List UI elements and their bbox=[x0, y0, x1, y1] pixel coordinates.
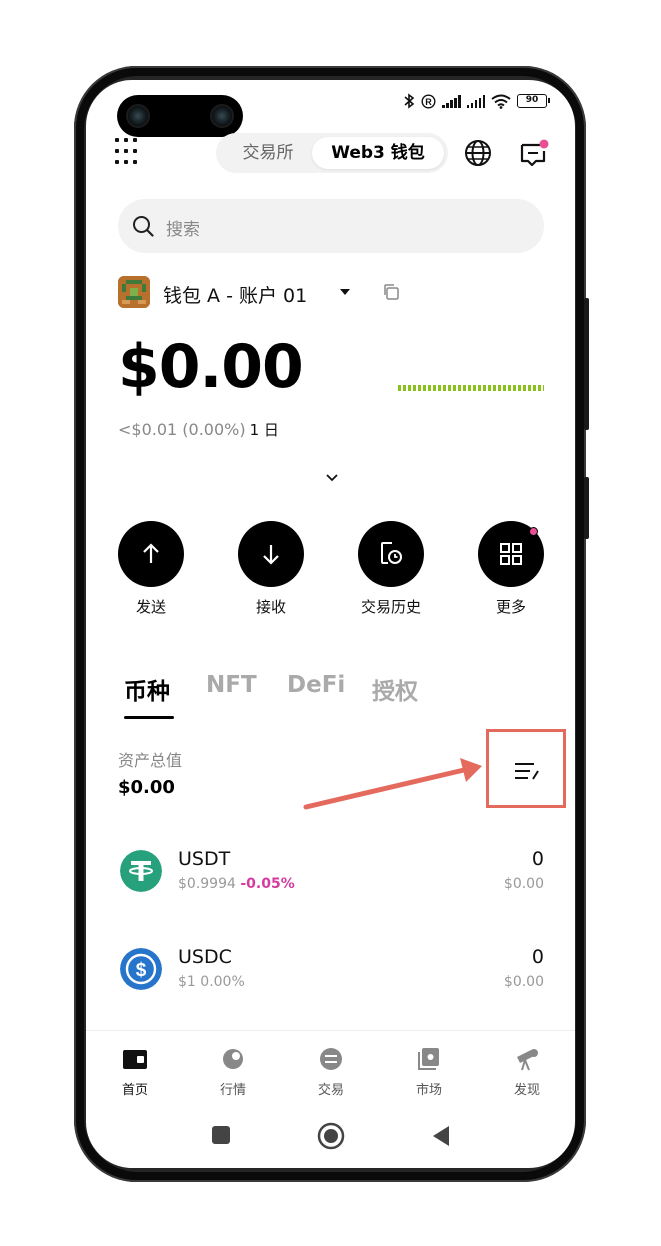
nav-marketplace-label: 市场 bbox=[415, 1083, 442, 1098]
tab-approvals[interactable]: 授权 bbox=[372, 672, 418, 706]
svg-text:$: $ bbox=[136, 960, 147, 981]
usdc-icon: $ bbox=[120, 948, 162, 990]
token-usd-value: $0.00 bbox=[503, 876, 544, 892]
search-placeholder: 搜索 bbox=[166, 220, 200, 240]
bluetooth-icon bbox=[404, 93, 415, 109]
camera-lens-icon bbox=[126, 104, 150, 128]
camera-lens-icon bbox=[210, 104, 234, 128]
history-label: 交易历史 bbox=[360, 598, 421, 616]
messages-icon[interactable] bbox=[518, 137, 550, 169]
nav-trade-label: 交易 bbox=[317, 1083, 344, 1098]
send-button[interactable]: 发送 bbox=[118, 521, 184, 617]
total-balance: $0.00 bbox=[118, 332, 304, 402]
tab-web3-wallet[interactable]: Web3 钱包 bbox=[312, 137, 444, 169]
battery-icon: 90 bbox=[517, 94, 550, 108]
receive-button[interactable]: 接收 bbox=[238, 521, 304, 617]
more-button[interactable]: 更多 bbox=[478, 521, 544, 617]
system-navigation bbox=[86, 1110, 575, 1168]
power-button bbox=[584, 477, 589, 539]
balance-change-period: 1 日 bbox=[249, 421, 279, 439]
history-icon bbox=[381, 542, 402, 564]
account-name[interactable]: 钱包 A - 账户 01 bbox=[163, 281, 307, 308]
globe-icon[interactable] bbox=[464, 139, 492, 167]
menu-grid-icon[interactable] bbox=[115, 138, 143, 166]
tab-nft[interactable]: NFT bbox=[206, 672, 257, 698]
svg-text:R: R bbox=[425, 97, 432, 107]
token-change: 0.00% bbox=[200, 974, 245, 990]
token-amount: 0 bbox=[531, 946, 544, 968]
nav-market[interactable]: 行情 bbox=[203, 1047, 263, 1098]
app-screen: R 90 交易所 Web3 钱包 搜索 钱包 A - 账户 01 $0.00 <… bbox=[86, 80, 575, 1168]
token-usd-value: $0.00 bbox=[503, 974, 544, 990]
arrow-up-icon bbox=[143, 543, 159, 563]
discover-icon bbox=[517, 1049, 538, 1071]
token-price-value: $0.9994 bbox=[178, 876, 236, 892]
balance-sparkline bbox=[398, 385, 544, 391]
token-symbol: USDT bbox=[178, 848, 231, 870]
copy-icon[interactable] bbox=[382, 283, 400, 301]
balance-change-value: <$0.01 (0.00%) bbox=[118, 420, 246, 439]
token-change: -0.05% bbox=[240, 876, 295, 892]
nav-discover[interactable]: 发现 bbox=[497, 1047, 557, 1098]
active-tab-indicator bbox=[124, 716, 174, 719]
search-input[interactable]: 搜索 bbox=[118, 199, 544, 253]
assets-total-label: 资产总值 bbox=[118, 751, 183, 770]
filter-sort-icon[interactable] bbox=[514, 761, 540, 781]
wallet-icon bbox=[123, 1050, 147, 1069]
volume-button bbox=[584, 298, 589, 430]
tab-exchange[interactable]: 交易所 bbox=[228, 137, 308, 169]
token-price: $0.9994 -0.05% bbox=[178, 876, 295, 892]
usdt-icon bbox=[120, 850, 162, 892]
annotation-arrow bbox=[303, 758, 482, 810]
nav-trade[interactable]: 交易 bbox=[301, 1047, 361, 1098]
back-icon[interactable] bbox=[431, 1125, 451, 1147]
marketplace-icon bbox=[418, 1048, 439, 1070]
token-row-usdc[interactable]: $ USDC $1 0.00% 0 $0.00 bbox=[118, 946, 544, 1006]
chevron-down-icon[interactable] bbox=[325, 473, 339, 482]
tab-defi[interactable]: DeFi bbox=[287, 672, 345, 698]
signal-icon bbox=[466, 94, 485, 108]
recent-apps-icon[interactable] bbox=[211, 1125, 231, 1145]
search-icon bbox=[133, 216, 154, 237]
token-symbol: USDC bbox=[178, 946, 232, 968]
caret-down-icon[interactable] bbox=[339, 288, 351, 296]
send-label: 发送 bbox=[135, 598, 166, 616]
status-bar: R 90 bbox=[403, 93, 550, 109]
history-button[interactable]: 交易历史 bbox=[358, 521, 424, 617]
token-price: $1 0.00% bbox=[178, 974, 245, 990]
bottom-navigation: 首页 行情 交易 市场 发现 bbox=[86, 1030, 575, 1110]
wifi-icon bbox=[491, 94, 511, 109]
camera-cutout bbox=[117, 95, 243, 137]
nav-home-label: 首页 bbox=[121, 1083, 148, 1098]
token-price-value: $1 bbox=[178, 974, 196, 990]
avatar[interactable] bbox=[118, 276, 150, 308]
nav-marketplace[interactable]: 市场 bbox=[399, 1047, 459, 1098]
assets-total-value: $0.00 bbox=[118, 777, 175, 798]
nav-market-label: 行情 bbox=[219, 1083, 246, 1098]
market-icon bbox=[223, 1049, 243, 1069]
apps-icon bbox=[500, 543, 522, 565]
registered-icon: R bbox=[421, 93, 436, 109]
swap-icon bbox=[320, 1048, 342, 1070]
token-amount: 0 bbox=[531, 848, 544, 870]
receive-label: 接收 bbox=[255, 598, 286, 616]
more-label: 更多 bbox=[495, 598, 526, 616]
token-row-usdt[interactable]: USDT $0.9994 -0.05% 0 $0.00 bbox=[118, 848, 544, 908]
home-icon[interactable] bbox=[317, 1122, 345, 1150]
nav-discover-label: 发现 bbox=[513, 1083, 540, 1098]
mode-switch: 交易所 Web3 钱包 bbox=[216, 133, 448, 173]
signal-icon bbox=[442, 94, 461, 108]
quick-actions: 发送 接收 交易历史 更多 bbox=[118, 521, 544, 621]
tab-coins[interactable]: 币种 bbox=[124, 672, 170, 706]
nav-home[interactable]: 首页 bbox=[105, 1047, 165, 1098]
arrow-down-icon bbox=[263, 545, 279, 565]
notification-dot bbox=[529, 527, 538, 536]
balance-change: <$0.01 (0.00%) 1 日 bbox=[118, 419, 279, 440]
